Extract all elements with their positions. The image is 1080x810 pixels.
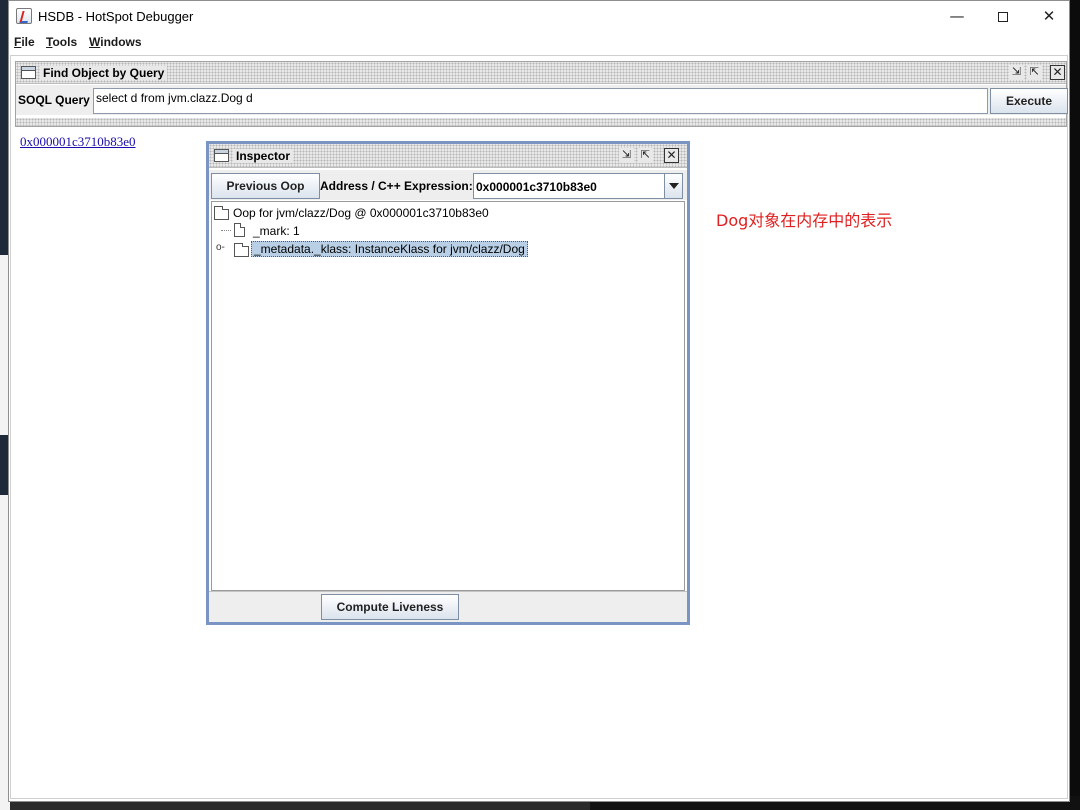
address-value: 0x000001c3710b83e0 xyxy=(476,180,597,194)
inspector-title: Inspector xyxy=(233,149,294,163)
minimize-button[interactable]: — xyxy=(934,1,980,32)
query-restore-icon[interactable]: ⇱ xyxy=(1027,65,1042,80)
maximize-icon xyxy=(998,11,1008,22)
tree-node-root-label: Oop for jvm/clazz/Dog @ 0x000001c3710b83… xyxy=(233,206,489,220)
menu-windows-label: indows xyxy=(100,35,142,49)
hsdb-window: HSDB - HotSpot Debugger — ✕ File Tools W… xyxy=(8,0,1070,802)
inspector-bottom-bar: Compute Liveness xyxy=(209,591,687,622)
execute-button[interactable]: Execute xyxy=(990,88,1068,114)
soql-query-input[interactable]: select d from jvm.clazz.Dog d xyxy=(93,88,988,114)
chevron-down-icon[interactable] xyxy=(664,174,682,198)
menu-tools-label: ools xyxy=(52,35,78,49)
frame-window-icon xyxy=(21,66,36,79)
query-frame-title: Find Object by Query xyxy=(40,66,168,80)
menu-tools[interactable]: Tools xyxy=(46,35,77,49)
query-iconify-icon[interactable]: ⇲ xyxy=(1009,65,1024,80)
menu-file-label: ile xyxy=(21,35,35,49)
inspector-frame: Inspector ⇲ ⇱ ✕ Previous Oop Address / C… xyxy=(206,141,690,625)
menubar: File Tools Windows xyxy=(9,32,1069,54)
file-icon xyxy=(234,223,245,237)
inspector-toolbar: Previous Oop Address / C++ Expression: 0… xyxy=(209,170,687,200)
tree-node-mark-label: _mark: 1 xyxy=(253,224,300,238)
tree-node-klass-label: _metadata._klass: InstanceKlass for jvm/… xyxy=(251,241,528,257)
menu-windows-mnemonic: W xyxy=(89,35,101,49)
compute-liveness-button[interactable]: Compute Liveness xyxy=(321,594,459,620)
desktop-pane: Find Object by Query ⇲ ⇱ ✕ SOQL Query : … xyxy=(10,55,1068,799)
oop-tree: Oop for jvm/clazz/Dog @ 0x000001c3710b83… xyxy=(211,201,685,591)
address-label: Address / C++ Expression: xyxy=(320,179,473,193)
maximize-button[interactable] xyxy=(980,1,1026,32)
close-button[interactable]: ✕ xyxy=(1026,1,1072,32)
result-object-link[interactable]: 0x000001c3710b83e0 xyxy=(20,134,136,150)
java-app-icon xyxy=(16,8,32,24)
window-title: HSDB - HotSpot Debugger xyxy=(38,9,194,24)
find-object-by-query-frame: Find Object by Query ⇲ ⇱ ✕ SOQL Query : … xyxy=(15,61,1068,127)
previous-oop-button[interactable]: Previous Oop xyxy=(211,173,320,199)
address-combobox[interactable]: 0x000001c3710b83e0 xyxy=(473,173,683,199)
query-frame-bottom-border xyxy=(16,118,1066,126)
inspector-maximize-icon[interactable]: ⇱ xyxy=(638,148,653,163)
menu-file[interactable]: File xyxy=(14,35,35,49)
inspector-close-icon[interactable]: ✕ xyxy=(664,148,679,163)
menu-windows[interactable]: Windows xyxy=(89,35,142,49)
inspector-iconify-icon[interactable]: ⇲ xyxy=(619,148,634,163)
expand-handle-icon[interactable]: o- xyxy=(216,242,225,253)
window-titlebar[interactable]: HSDB - HotSpot Debugger — ✕ xyxy=(9,1,1069,32)
annotation-text: Dog对象在内存中的表示 xyxy=(716,211,893,230)
inspector-window-icon xyxy=(214,149,229,162)
inspector-titlebar[interactable]: Inspector ⇲ ⇱ ✕ xyxy=(209,144,687,168)
query-row: SOQL Query : select d from jvm.clazz.Dog… xyxy=(16,85,1068,115)
tree-connector xyxy=(221,230,231,231)
query-close-icon[interactable]: ✕ xyxy=(1050,65,1065,80)
query-frame-titlebar[interactable]: Find Object by Query ⇲ ⇱ ✕ xyxy=(16,62,1066,84)
folder-icon xyxy=(234,243,249,257)
soql-label: SOQL Query : xyxy=(18,93,98,107)
folder-icon xyxy=(214,206,229,220)
